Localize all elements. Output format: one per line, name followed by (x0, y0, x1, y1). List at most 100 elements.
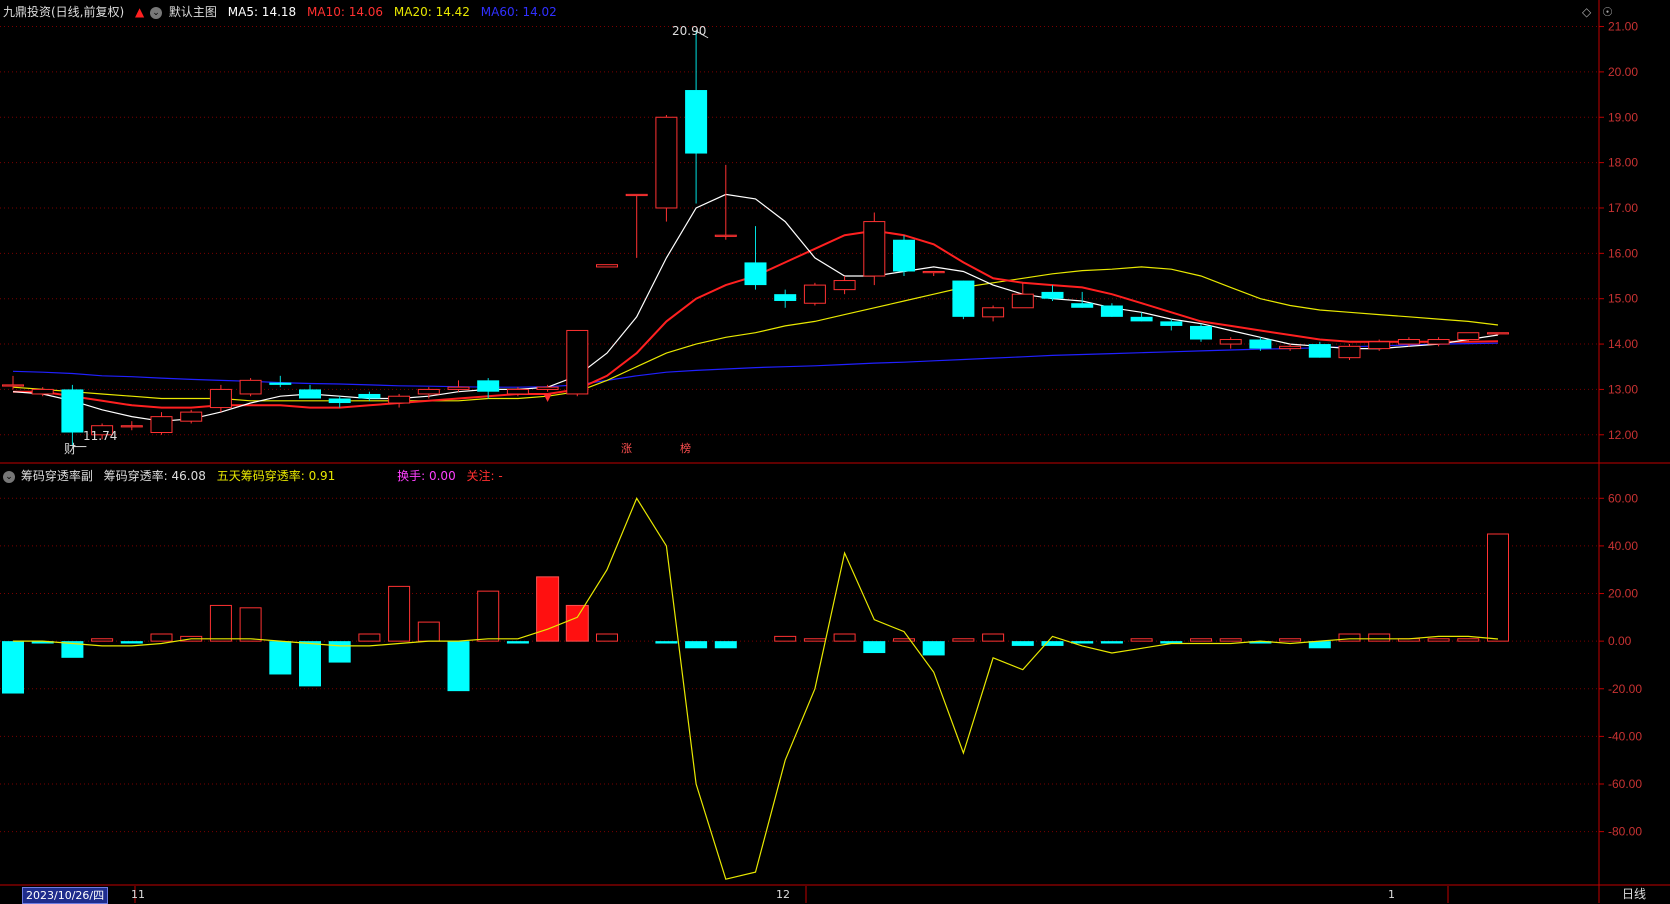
candle-body-down (1249, 339, 1272, 349)
rate-bar-positive (358, 633, 381, 642)
candlestick (120, 421, 143, 431)
indicator-name[interactable]: 筹码穿透率副 (21, 469, 93, 483)
candlestick (61, 384, 84, 447)
finance-marker[interactable]: 财 (64, 443, 76, 455)
candle-body-down (1041, 291, 1064, 299)
diamond-icon[interactable]: ◇ (1582, 5, 1591, 19)
rate-bar-positive (417, 621, 440, 642)
candle-body-up (833, 280, 856, 291)
candlestick (1338, 344, 1361, 360)
chevron-down-icon[interactable]: ⌄ (3, 470, 15, 483)
rate-bar-positive (239, 607, 262, 642)
down-arrow-icon (543, 393, 552, 402)
candle-body-up (596, 264, 618, 268)
main-chart-header: 九鼎投资(日线,前复权) ▲ ⌄ 默认主图 MA5: 14.18 MA10: 1… (3, 1, 564, 23)
candlestick (269, 375, 292, 388)
rate-bar-positive (209, 604, 232, 642)
focus-value: 关注: - (466, 469, 503, 483)
stock-title[interactable]: 九鼎投资(日线,前复权) (3, 5, 124, 19)
period-label[interactable]: 日线 (1622, 887, 1646, 902)
candle-body-down (328, 398, 351, 404)
ma60-value: MA60: 14.02 (480, 5, 557, 19)
candlestick (952, 280, 975, 320)
price-tick-label: 16.00 (1608, 246, 1638, 260)
candle-body-up (1487, 332, 1509, 335)
rate-bar-positive (596, 633, 618, 642)
candlestick (239, 378, 262, 397)
rate-bar-positive (1457, 638, 1480, 642)
candlestick (685, 31, 708, 204)
candle-body-up (180, 411, 203, 422)
price-tick-label: 17.00 (1608, 201, 1638, 215)
price-tick-label: 19.00 (1608, 110, 1638, 124)
sub-tick-label: -80.00 (1608, 825, 1642, 839)
candlestick (1219, 337, 1242, 349)
rate-bar-negative (328, 641, 351, 663)
top-right-controls: ◇ ☉ (1582, 1, 1620, 23)
candle-body-up (150, 416, 173, 434)
low-price-label: 11.74 (83, 429, 118, 443)
chevron-down-icon[interactable]: ⌄ (150, 6, 163, 19)
candle-body-down (61, 389, 84, 433)
candle-body-up (120, 425, 143, 428)
rate-bar-negative (922, 641, 945, 656)
candle-body-up (863, 221, 886, 277)
candle-body-up (31, 388, 54, 395)
candle-body-up (1397, 339, 1420, 345)
candle-body-down (1130, 316, 1153, 322)
five-day-rate-line (13, 496, 1499, 880)
price-tick-label: 12.00 (1608, 428, 1638, 442)
rate-bar-negative (655, 641, 678, 644)
candle-body-up (239, 379, 262, 395)
rate-bar-positive (91, 638, 114, 642)
stock-chart-window: 21.00 20.00 19.00 18.00 17.00 16.00 15.00 14.00… (0, 0, 1670, 904)
limit-up-marker[interactable]: 涨 (621, 443, 632, 455)
candle-body-up (388, 395, 411, 404)
rate-bar-positive (1130, 638, 1153, 642)
candle-body-down (1190, 325, 1212, 340)
candle-body-down (1071, 303, 1094, 308)
chart-canvas[interactable]: 21.0020.0019.0018.0017.0016.0015.0014.00… (0, 0, 1670, 903)
candle-body-down (952, 280, 975, 317)
candlestick (803, 282, 826, 306)
candle-body-up (714, 234, 737, 237)
rate-bar-negative (120, 641, 143, 644)
rate-bar-positive (1487, 533, 1509, 642)
rate-bar-negative (299, 641, 321, 687)
candle-body-up (1368, 341, 1391, 350)
candle-body-up (625, 193, 648, 197)
month-label-11: 11 (131, 888, 145, 901)
penetration-rate: 筹码穿透率: 46.08 (103, 469, 206, 483)
ma20-value: MA20: 14.42 (393, 5, 470, 19)
sub-tick-label: -40.00 (1608, 729, 1642, 743)
rate-bar-positive (1338, 633, 1361, 642)
high-price-label: 20.90 (672, 24, 707, 38)
price-tick-label: 14.00 (1608, 337, 1638, 351)
candlestick (566, 329, 589, 397)
candle-body-up (209, 388, 232, 409)
candle-body-down (299, 389, 321, 399)
candle-body-up (655, 116, 678, 209)
candle-body-up (566, 329, 589, 395)
candle-body-up (1011, 293, 1034, 309)
rate-bar-highlight (565, 604, 589, 642)
candle-body-down (1308, 344, 1331, 358)
candle-body-up (922, 270, 945, 274)
candlestick (744, 226, 767, 290)
rate-bar-positive (1368, 633, 1391, 642)
rate-bar-positive (803, 638, 826, 642)
red-up-arrow-icon[interactable]: ▲ (135, 5, 144, 19)
dragon-tiger-marker[interactable]: 榜 (680, 443, 691, 455)
candle-body-up (506, 388, 529, 395)
ma60-line (12, 342, 1499, 388)
candlestick (982, 305, 1005, 322)
candlestick (388, 393, 411, 408)
candlestick (328, 396, 351, 408)
settings-icon[interactable]: ☉ (1602, 5, 1613, 19)
candlestick (655, 114, 678, 222)
rate-bar-positive (1279, 638, 1302, 642)
main-chart-name[interactable]: 默认主图 (169, 5, 217, 19)
candle-body-down (269, 382, 292, 385)
rate-bar-positive (1427, 638, 1450, 642)
candle-body-up (536, 386, 559, 390)
